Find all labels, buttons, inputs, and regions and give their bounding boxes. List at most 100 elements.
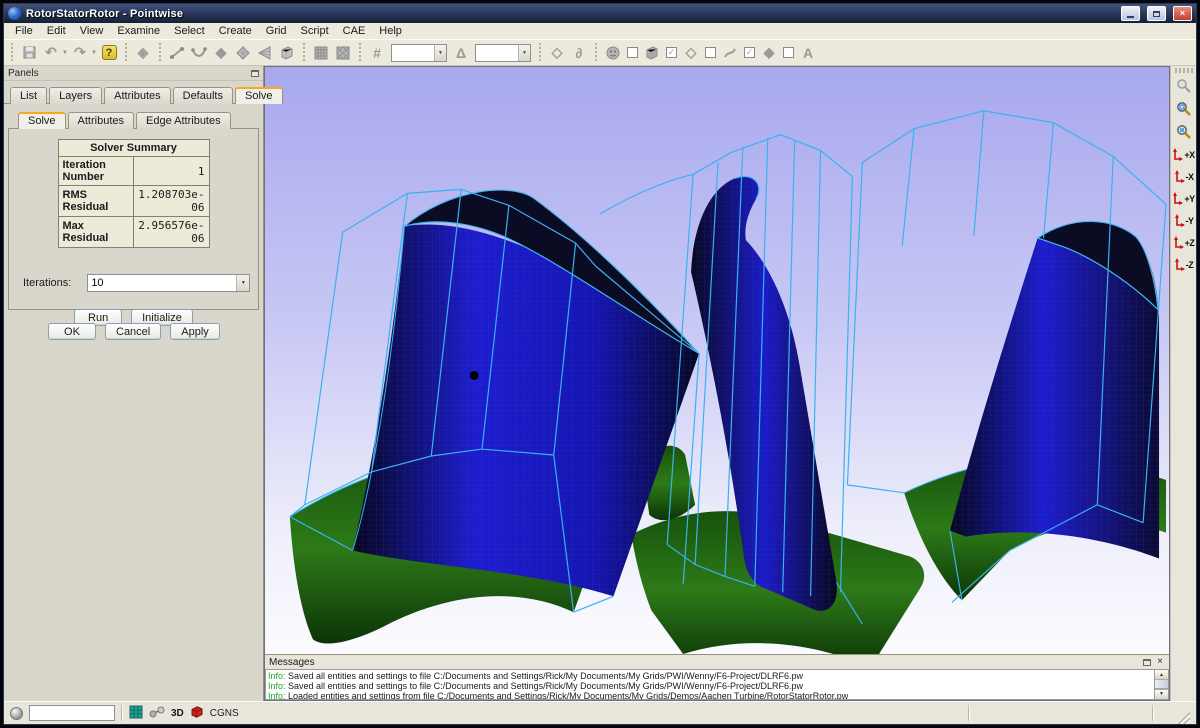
restore-button[interactable] — [1147, 6, 1166, 21]
toolbar-grip[interactable] — [157, 43, 163, 63]
max-residual-value: 2.956576e-06 — [134, 217, 209, 248]
menu-edit[interactable]: Edit — [40, 24, 73, 38]
tab-layers[interactable]: Layers — [49, 87, 102, 104]
show-connectors-checkbox[interactable]: ✓ — [744, 47, 755, 58]
tab-defaults[interactable]: Defaults — [173, 87, 233, 104]
structured-domain-icon[interactable] — [232, 42, 254, 64]
view-plus-z-button[interactable]: +Z — [1172, 233, 1196, 252]
dimension-combo[interactable]: ▼ — [391, 44, 447, 62]
viewport-3d[interactable] — [264, 66, 1170, 654]
ok-button[interactable]: OK — [48, 323, 96, 340]
zoom-extents-icon[interactable] — [1173, 122, 1195, 142]
view-toolbar-grip[interactable] — [1175, 68, 1193, 73]
mode-3d-label: 3D — [171, 708, 184, 719]
spacing-combo[interactable]: ▼ — [475, 44, 531, 62]
shaded-view-checkbox[interactable] — [627, 47, 638, 58]
resize-grip[interactable] — [1178, 712, 1190, 724]
redo-dropdown-icon[interactable]: ▼ — [91, 50, 98, 56]
toolbar-grip[interactable] — [593, 43, 599, 63]
layers-icon[interactable]: ◈ — [132, 42, 154, 64]
tab-solve-attributes[interactable]: Attributes — [68, 112, 134, 129]
block-tool-icon[interactable] — [276, 42, 298, 64]
curve-tool-icon[interactable] — [188, 42, 210, 64]
show-domains-checkbox[interactable] — [705, 47, 716, 58]
domain-tool-icon[interactable]: ◆ — [210, 42, 232, 64]
title-bar[interactable]: RotorStatorRotor - Pointwise × — [4, 4, 1196, 23]
project-tool-icon[interactable]: ◇ — [546, 42, 568, 64]
show-connectors-icon[interactable] — [719, 42, 741, 64]
view-plus-y-button[interactable]: +Y — [1172, 189, 1196, 208]
selected-point-marker[interactable] — [470, 371, 479, 380]
show-blocks-checkbox[interactable]: ✓ — [666, 47, 677, 58]
tab-solve[interactable]: Solve — [235, 87, 283, 104]
tab-list[interactable]: List — [10, 87, 47, 104]
undo-icon[interactable]: ↶ — [40, 42, 62, 64]
view-minus-y-button[interactable]: -Y — [1172, 211, 1196, 230]
zoom-box-icon[interactable] — [1173, 99, 1195, 119]
redo-icon[interactable]: ↷ — [69, 42, 91, 64]
close-button[interactable]: × — [1173, 6, 1192, 21]
menu-view[interactable]: View — [73, 24, 111, 38]
messages-header[interactable]: Messages × — [265, 655, 1169, 669]
view-plus-x-button[interactable]: +X — [1172, 145, 1196, 164]
spacing-combo-value[interactable] — [476, 45, 518, 61]
cancel-button[interactable]: Cancel — [105, 323, 161, 340]
undo-dropdown-icon[interactable]: ▼ — [62, 50, 69, 56]
spacing-icon[interactable]: Δ — [450, 42, 472, 64]
menu-select[interactable]: Select — [167, 24, 212, 38]
zoom-icon[interactable] — [1173, 76, 1195, 96]
partial-derivative-icon[interactable]: ∂ — [568, 42, 590, 64]
scroll-up-icon[interactable]: ▲ — [1155, 670, 1168, 680]
apply-button[interactable]: Apply — [170, 323, 220, 340]
tab-edge-attributes[interactable]: Edge Attributes — [136, 112, 231, 129]
show-domains-icon[interactable]: ◇ — [680, 42, 702, 64]
show-spacings-icon[interactable]: A — [797, 42, 819, 64]
dimension-icon[interactable]: # — [366, 42, 388, 64]
float-panel-icon[interactable] — [251, 70, 259, 77]
iterations-combo[interactable]: ▼ — [87, 274, 250, 292]
close-messages-icon[interactable]: × — [1155, 657, 1165, 667]
view-minus-x-button[interactable]: -X — [1172, 167, 1196, 186]
extrude-tool-icon[interactable] — [254, 42, 276, 64]
float-messages-icon[interactable] — [1143, 659, 1151, 666]
save-icon[interactable] — [18, 42, 40, 64]
minimize-button[interactable] — [1121, 6, 1140, 21]
shaded-view-icon[interactable] — [602, 42, 624, 64]
window-title: RotorStatorRotor - Pointwise — [26, 8, 1114, 20]
menu-examine[interactable]: Examine — [110, 24, 167, 38]
menu-grid[interactable]: Grid — [259, 24, 294, 38]
log-line: Info: Loaded entities and settings from … — [268, 691, 1152, 700]
toolbar-grip[interactable] — [123, 43, 129, 63]
menu-script[interactable]: Script — [294, 24, 336, 38]
app-window: RotorStatorRotor - Pointwise × File Edit… — [3, 3, 1197, 725]
menu-help[interactable]: Help — [372, 24, 409, 38]
spacing-combo-arrow-icon[interactable]: ▼ — [518, 45, 530, 61]
toolbar-grip[interactable] — [537, 43, 543, 63]
menu-file[interactable]: File — [8, 24, 40, 38]
connector-tool-icon[interactable] — [166, 42, 188, 64]
tab-attributes[interactable]: Attributes — [104, 87, 170, 104]
scroll-down-icon[interactable]: ▼ — [1155, 689, 1168, 699]
show-database-icon[interactable]: ◆ — [758, 42, 780, 64]
toolbar-grip[interactable] — [357, 43, 363, 63]
status-input[interactable] — [29, 705, 115, 721]
scroll-thumb[interactable] — [1155, 680, 1168, 688]
panels-header[interactable]: Panels — [4, 66, 263, 81]
structured-grid-icon[interactable] — [310, 42, 332, 64]
iterations-dropdown-icon[interactable]: ▼ — [236, 275, 249, 291]
tab-solve-inner[interactable]: Solve — [18, 112, 66, 129]
dimension-combo-arrow-icon[interactable]: ▼ — [434, 45, 446, 61]
message-log[interactable]: Info: Saved all entities and settings to… — [265, 669, 1154, 700]
view-minus-z-button[interactable]: -Z — [1172, 255, 1196, 274]
iterations-input[interactable] — [88, 275, 236, 291]
menu-create[interactable]: Create — [212, 24, 259, 38]
dimension-combo-value[interactable] — [392, 45, 434, 61]
unstructured-grid-icon[interactable] — [332, 42, 354, 64]
messages-scrollbar[interactable]: ▲ ▼ — [1154, 669, 1169, 700]
menu-cae[interactable]: CAE — [336, 24, 373, 38]
toolbar-grip[interactable] — [301, 43, 307, 63]
help-icon[interactable]: ? — [98, 42, 120, 64]
show-blocks-icon[interactable] — [641, 42, 663, 64]
toolbar-grip[interactable] — [9, 43, 15, 63]
show-database-checkbox[interactable] — [783, 47, 794, 58]
